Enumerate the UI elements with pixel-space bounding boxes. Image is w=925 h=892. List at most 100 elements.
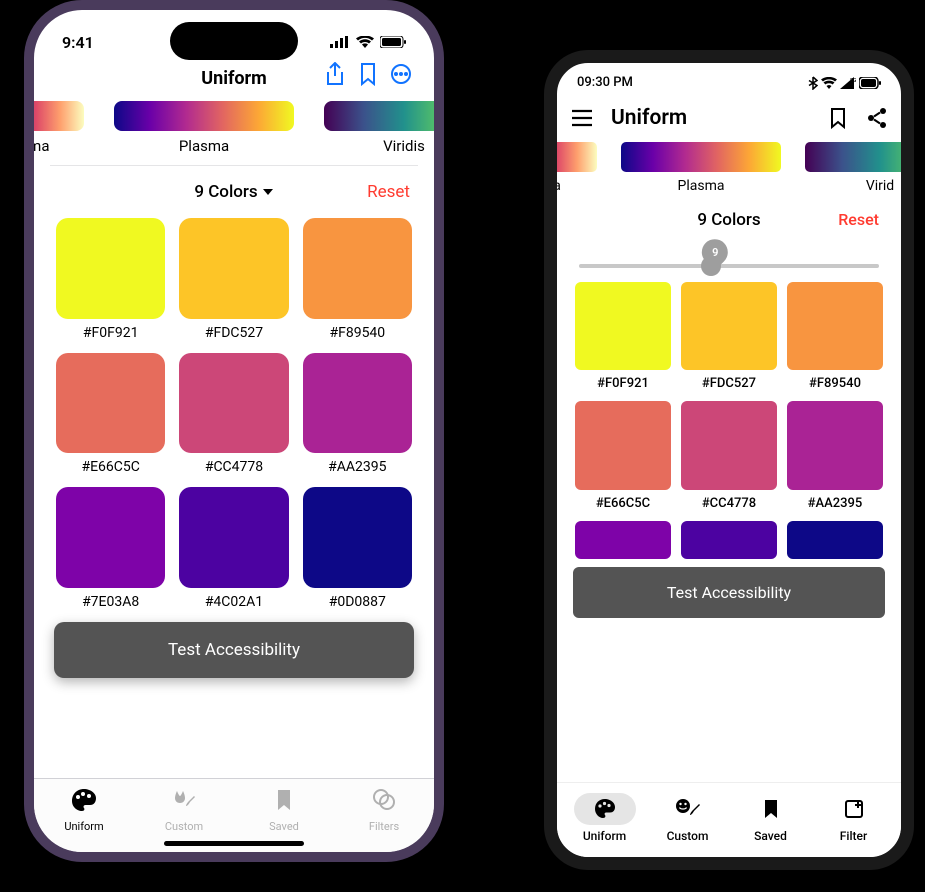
swatch[interactable]	[303, 487, 412, 588]
mask-brush-icon	[170, 787, 198, 813]
android-status-bar: 09:30 PM 5G	[557, 63, 901, 96]
chevron-down-icon	[262, 188, 274, 196]
swatch[interactable]	[56, 218, 165, 319]
palette-icon	[593, 798, 617, 820]
swatch[interactable]	[787, 401, 883, 489]
swatch-hex: #4C02A1	[179, 594, 288, 610]
swatch-hex: #F0F921	[56, 325, 165, 341]
colormap-scroll[interactable]: gma Plasma Virid	[557, 142, 901, 198]
android-frame: 09:30 PM 5G Uniform gma Plasma Virid	[544, 50, 914, 870]
bookmark-icon[interactable]	[359, 62, 377, 86]
test-accessibility-button[interactable]: Test Accessibility	[54, 622, 414, 678]
swatch-grid: #F0F921 #FDC527 #F89540 #E66C5C #CC4778 …	[557, 282, 901, 559]
colormap-strip-plasma[interactable]	[621, 142, 781, 172]
bookmark-icon[interactable]	[829, 107, 847, 129]
tab-saved[interactable]: Saved	[234, 787, 334, 834]
slider-thumb[interactable]	[701, 256, 721, 276]
bookmark-icon	[274, 787, 294, 813]
colormap-label: Plasma	[114, 137, 294, 155]
swatch[interactable]	[56, 487, 165, 588]
swatch-hex: #E66C5C	[575, 496, 671, 511]
signal-icon	[330, 36, 350, 48]
filters-icon	[370, 787, 398, 813]
ios-status-time: 9:41	[62, 33, 94, 52]
ios-title-bar: Uniform	[34, 60, 434, 101]
swatch-hex: #AA2395	[303, 459, 412, 475]
swatch-hex: #F89540	[787, 376, 883, 391]
reset-button[interactable]: Reset	[367, 182, 410, 202]
menu-icon[interactable]	[571, 109, 593, 127]
share-icon[interactable]	[867, 107, 887, 129]
swatch[interactable]	[303, 218, 412, 319]
colormap-strip-viridis[interactable]	[805, 142, 901, 172]
bookmark-icon	[763, 798, 779, 820]
page-title: Uniform	[201, 68, 267, 89]
swatch-hex: #FDC527	[681, 376, 777, 391]
tab-custom[interactable]: Custom	[134, 787, 234, 834]
swatch-hex: #FDC527	[179, 325, 288, 341]
colormap-label: Virid	[805, 178, 901, 194]
swatch[interactable]	[681, 401, 777, 489]
swatch[interactable]	[575, 521, 671, 559]
tab-uniform[interactable]: Uniform	[563, 793, 646, 843]
swatch[interactable]	[787, 282, 883, 370]
swatch[interactable]	[681, 521, 777, 559]
swatch-hex: #CC4778	[681, 496, 777, 511]
colormap-scroll[interactable]: Magma Plasma Viridis	[34, 101, 434, 159]
swatch[interactable]	[787, 521, 883, 559]
swatch-hex: #F89540	[303, 325, 412, 341]
swatch-hex: #E66C5C	[56, 459, 165, 475]
android-status-time: 09:30 PM	[577, 75, 633, 90]
smile-brush-icon	[675, 798, 701, 820]
colormap-label: Viridis	[324, 137, 434, 155]
dynamic-island	[170, 22, 298, 60]
swatch[interactable]	[681, 282, 777, 370]
color-count-label: 9 Colors	[697, 210, 760, 230]
tab-uniform[interactable]: Uniform	[34, 787, 134, 834]
iphone-frame: 9:41 Uniform Magma Plasma Viridis	[24, 0, 444, 862]
colormap-label: Plasma	[621, 178, 781, 194]
colormap-strip-magma[interactable]	[34, 101, 84, 131]
page-title: Uniform	[611, 106, 811, 130]
home-indicator[interactable]	[164, 841, 304, 846]
test-accessibility-button[interactable]: Test Accessibility	[573, 567, 885, 618]
swatch[interactable]	[575, 401, 671, 489]
colormap-strip-viridis[interactable]	[324, 101, 434, 131]
swatch-grid: #F0F921 #FDC527 #F89540 #E66C5C #CC4778 …	[34, 218, 434, 610]
wifi-icon	[821, 77, 837, 89]
swatch-hex: #AA2395	[787, 496, 883, 511]
swatch-hex: #0D0887	[303, 594, 412, 610]
tab-filters[interactable]: Filters	[334, 787, 434, 834]
color-count-slider[interactable]: 9	[557, 236, 901, 282]
swatch[interactable]	[179, 487, 288, 588]
colormap-strip-plasma[interactable]	[114, 101, 294, 131]
wifi-icon	[356, 36, 374, 48]
swatch-hex: #F0F921	[575, 376, 671, 391]
svg-text:5G: 5G	[850, 78, 856, 84]
colormap-label: Magma	[34, 137, 84, 155]
palette-icon	[70, 787, 98, 813]
colormap-strip-magma[interactable]	[557, 142, 597, 172]
android-appbar: Uniform	[557, 96, 901, 142]
share-icon[interactable]	[324, 62, 346, 86]
reset-button[interactable]: Reset	[838, 210, 879, 229]
battery-icon	[380, 36, 406, 48]
swatch[interactable]	[179, 218, 288, 319]
swatch-hex: #7E03A8	[56, 594, 165, 610]
swatch[interactable]	[179, 353, 288, 454]
signal-icon: 5G	[840, 77, 856, 89]
swatch[interactable]	[575, 282, 671, 370]
more-icon[interactable]	[390, 62, 412, 86]
swatch[interactable]	[303, 353, 412, 454]
swatch[interactable]	[56, 353, 165, 454]
add-filter-icon	[843, 798, 865, 820]
battery-icon	[859, 77, 881, 89]
tab-saved[interactable]: Saved	[729, 793, 812, 843]
tab-filter[interactable]: Filter	[812, 793, 895, 843]
tab-custom[interactable]: Custom	[646, 793, 729, 843]
colormap-label: gma	[557, 178, 597, 194]
color-count-picker[interactable]: 9 Colors	[194, 182, 273, 202]
android-navbar: Uniform Custom Saved Filter	[557, 782, 901, 857]
swatch-hex: #CC4778	[179, 459, 288, 475]
bluetooth-icon	[808, 76, 818, 90]
